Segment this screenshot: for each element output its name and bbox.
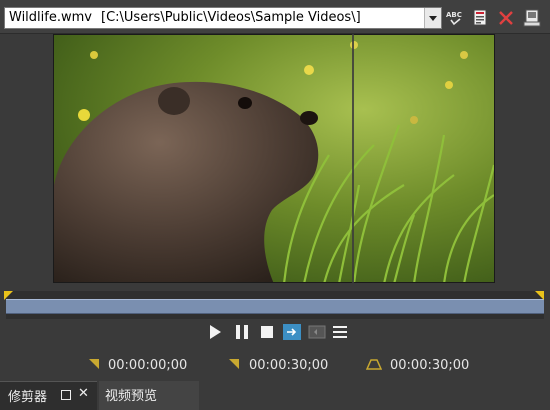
current-timecode[interactable]: 00:00:00;00	[108, 358, 187, 373]
split-screen-icon	[308, 325, 326, 339]
stop-button[interactable]	[257, 322, 277, 342]
play-button[interactable]	[205, 322, 225, 342]
maximize-icon[interactable]	[61, 390, 71, 400]
tab-trimmer[interactable]: 修剪器 ✕	[0, 381, 97, 410]
pause-icon	[236, 325, 248, 339]
media-file-dropdown[interactable]: Wildlife.wmv [C:\Users\Public\Videos\Sam…	[4, 7, 442, 29]
cursor-position-icon	[89, 359, 99, 369]
pause-button[interactable]	[232, 322, 252, 342]
tab-trimmer-label: 修剪器	[8, 390, 48, 405]
panel-tab-bar: 修剪器 ✕ 视频预览	[0, 381, 550, 410]
dropdown-arrow-icon[interactable]	[424, 8, 441, 28]
spell-check-button[interactable]: ABC	[445, 8, 465, 28]
loop-icon	[283, 324, 301, 340]
timeline-track[interactable]	[6, 299, 544, 314]
video-frame-image	[54, 35, 494, 282]
menu-button[interactable]	[330, 322, 350, 342]
split-screen-button[interactable]	[307, 322, 327, 342]
media-properties-icon[interactable]	[471, 8, 491, 28]
split-view-line[interactable]	[352, 34, 354, 283]
toolbar: Wildlife.wmv [C:\Users\Public\Videos\Sam…	[0, 0, 550, 34]
transport-controls	[205, 322, 355, 344]
abc-icon-text: ABC	[446, 11, 462, 19]
duration-timecode[interactable]: 00:00:30;00	[390, 358, 469, 373]
loop-toggle-button[interactable]	[282, 322, 302, 342]
out-point-timecode[interactable]: 00:00:30;00	[249, 358, 328, 373]
tab-video-preview[interactable]: 视频预览	[99, 381, 199, 410]
video-preview-frame[interactable]	[53, 34, 495, 283]
media-file-path: [C:\Users\Public\Videos\Sample Videos\]	[101, 10, 361, 25]
remove-icon[interactable]	[496, 8, 516, 28]
export-icon[interactable]	[522, 8, 542, 28]
menu-icon	[333, 326, 347, 338]
out-point-marker-icon[interactable]	[535, 291, 544, 300]
duration-icon	[366, 359, 382, 370]
out-point-icon	[229, 359, 239, 369]
stop-icon	[261, 326, 273, 338]
in-point-marker-icon[interactable]	[4, 291, 13, 300]
play-icon	[210, 325, 221, 339]
media-file-name: Wildlife.wmv	[9, 10, 92, 25]
timeline-scrubber[interactable]	[6, 291, 544, 319]
tab-video-preview-label: 视频预览	[105, 389, 158, 404]
close-icon[interactable]: ✕	[78, 386, 89, 401]
